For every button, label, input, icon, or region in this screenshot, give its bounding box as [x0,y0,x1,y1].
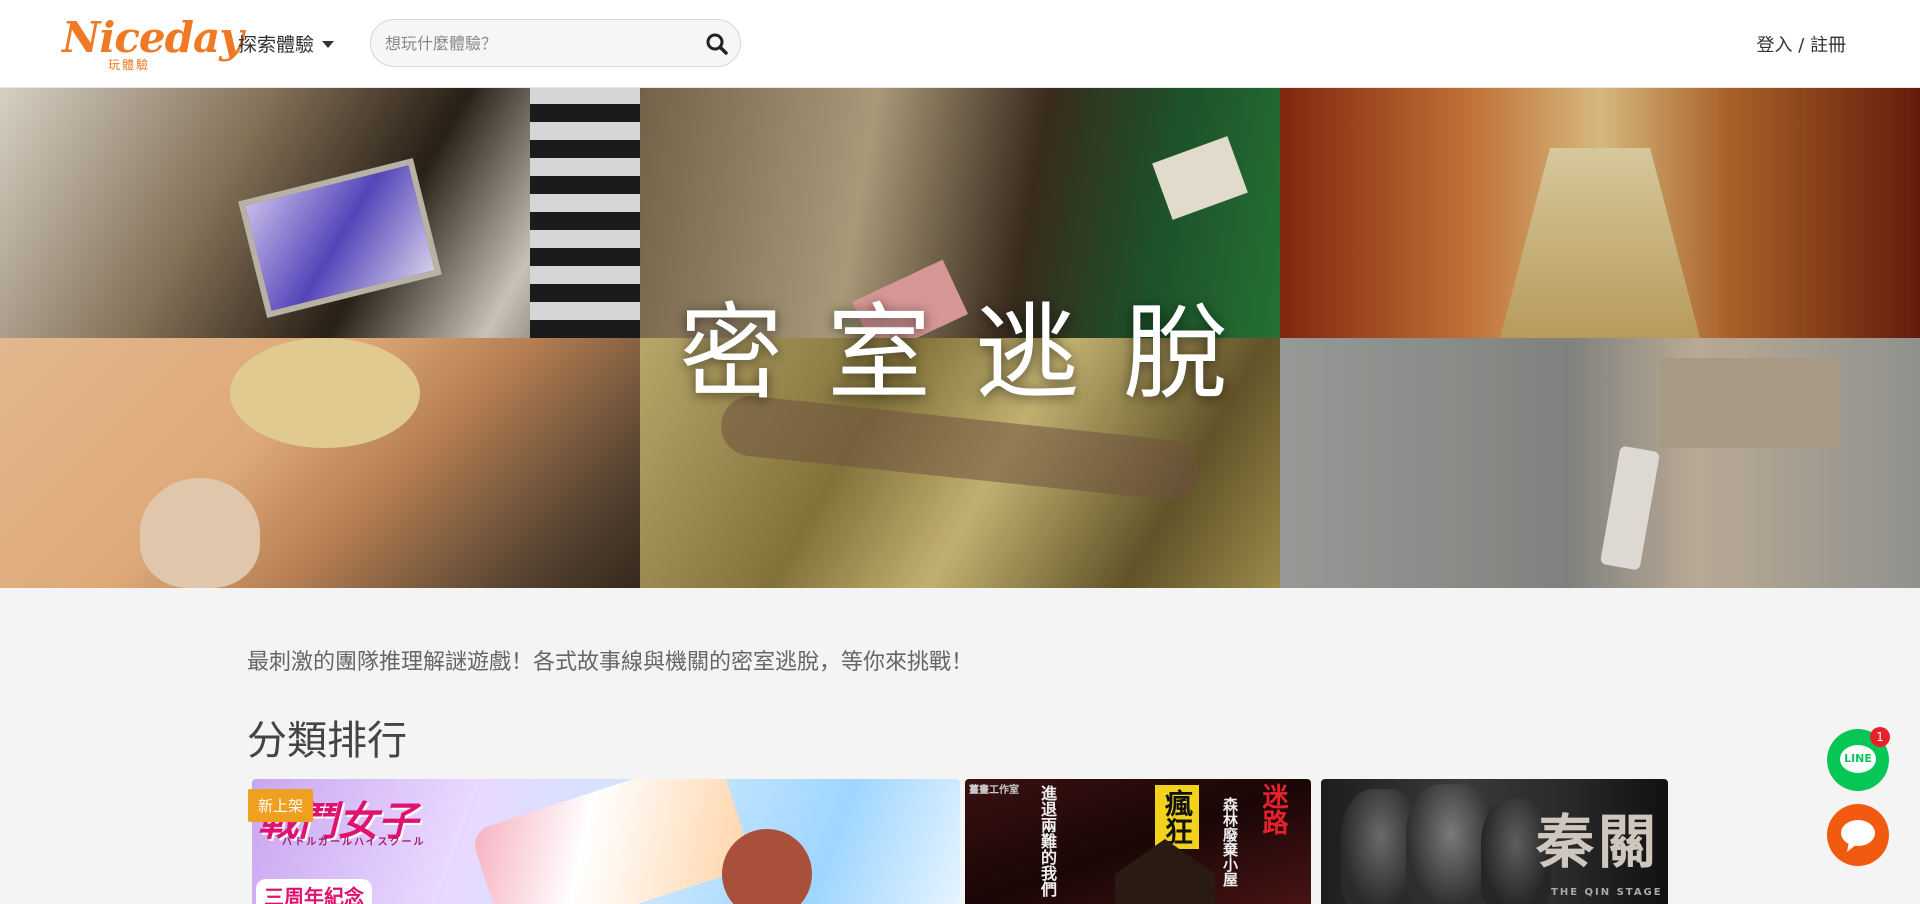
chat-bubble-icon [1841,820,1875,852]
card-subtitle: THE QIN STAGE [1551,887,1663,898]
caret-down-icon [322,41,335,48]
line-label: LINE [1844,752,1872,765]
experience-card-crazy-cabin[interactable]: 薑畫工作室 進退兩難的我們 瘋狂 森林廢棄小屋 迷路 [965,779,1311,904]
explore-label: 探索體驗 [238,34,315,56]
card-vertical-text-c: 迷路 [1258,783,1288,835]
experience-card-battle-girl[interactable]: 戰鬥女子 バトルガールハイスクール 三周年紀念 [252,779,960,904]
search-input[interactable] [385,20,685,66]
live-chat-button[interactable] [1827,804,1889,866]
card-vertical-text-d: 森林廢棄小屋 [1221,797,1239,887]
experience-card-qin-stage[interactable]: 秦關 THE QIN STAGE [1321,779,1668,904]
card-art-character [722,829,812,904]
category-description: 最刺激的團隊推理解謎遊戲！各式故事線與機關的密室逃脫，等你來挑戰！ [247,650,974,675]
auth-links: 登入 / 註冊 [1756,31,1846,57]
card-logo-subtext: バトルガールハイスクール [282,837,426,848]
niceday-logo[interactable]: Niceday 玩體驗 [62,14,244,73]
logo-wordmark: Niceday [62,13,244,62]
section-title-ranking: 分類排行 [247,718,407,764]
top-navbar: Niceday 玩體驗 探索體驗 登入 / 註冊 [0,0,1920,88]
explore-dropdown[interactable]: 探索體驗 [238,30,335,57]
auth-separator: / [1798,35,1805,56]
card-art-cabin [1115,839,1215,904]
card-art-sword [469,779,755,904]
notification-badge: 1 [1870,727,1890,747]
hero-title: 密室逃脫 [678,292,1271,414]
search-icon[interactable] [704,31,730,57]
card-corner-text: 薑畫工作室 [969,785,1019,796]
register-link[interactable]: 註冊 [1810,35,1846,56]
search-bar [370,19,741,67]
new-arrival-badge: 新上架 [248,789,314,822]
card-banner-text: 三周年紀念 [256,879,372,904]
card-vertical-text-a: 進退兩難的我們 [1038,785,1057,897]
login-link[interactable]: 登入 [1756,35,1792,56]
card-vertical-text-b: 瘋狂 [1155,785,1199,849]
logo-subtext: 玩體驗 [108,58,151,72]
hero-banner: 密室逃脫 [0,88,1920,588]
card-title: 秦關 [1536,808,1661,876]
